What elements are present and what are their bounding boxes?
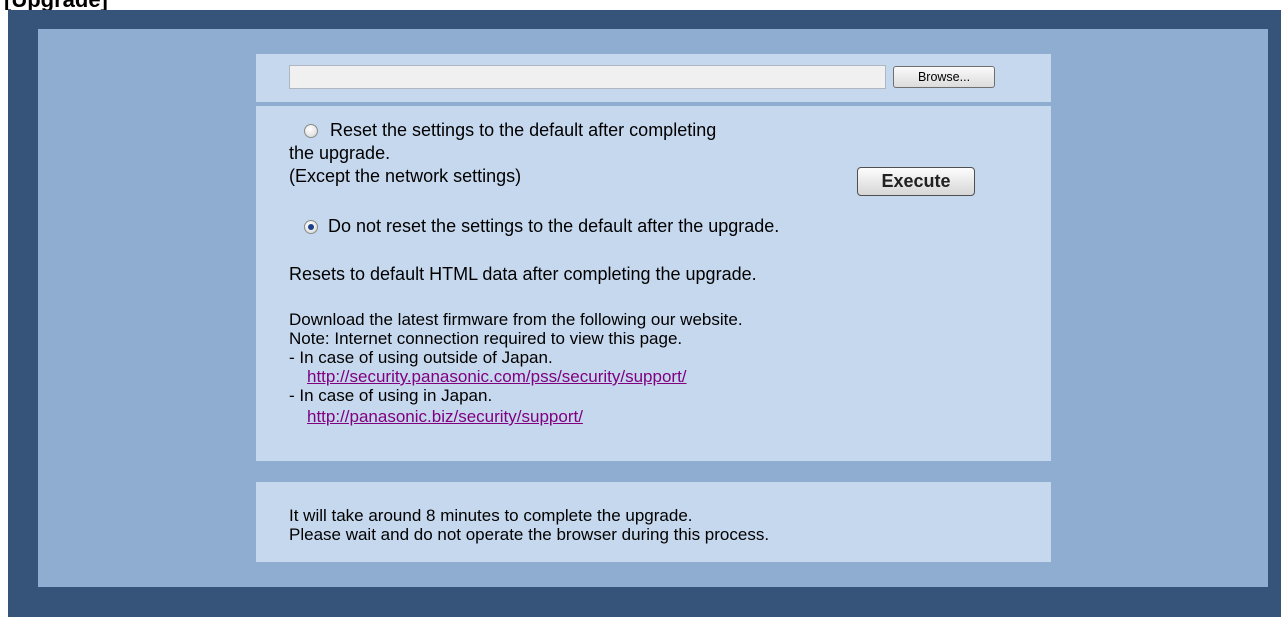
japan-label: - In case of using in Japan. (289, 386, 493, 405)
firmware-file-input[interactable] (289, 65, 886, 89)
reset-option-label-line3: (Except the network settings) (289, 166, 522, 186)
browse-button[interactable]: Browse... (893, 66, 995, 88)
no-reset-settings-radio[interactable] (304, 220, 318, 234)
page-heading-strip: [Upgrade] (0, 0, 1281, 10)
upgrade-duration-note: It will take around 8 minutes to complet… (289, 506, 693, 525)
download-instruction: Download the latest firmware from the fo… (289, 310, 743, 329)
execute-button[interactable]: Execute (857, 167, 975, 196)
no-reset-option-label: Do not reset the settings to the default… (328, 216, 780, 236)
reset-option-label-line2: the upgrade. (289, 143, 391, 163)
reset-option-label-line1: Reset the settings to the default after … (330, 120, 717, 140)
internet-note: Note: Internet connection required to vi… (289, 329, 683, 348)
page-heading: [Upgrade] (4, 0, 108, 10)
outside-japan-label: - In case of using outside of Japan. (289, 348, 553, 367)
upgrade-wait-note: Please wait and do not operate the brows… (289, 525, 770, 544)
reset-settings-radio[interactable] (304, 124, 318, 138)
html-reset-text: Resets to default HTML data after comple… (289, 264, 757, 284)
japan-support-link[interactable]: http://panasonic.biz/security/support/ (307, 407, 583, 426)
outside-japan-support-link[interactable]: http://security.panasonic.com/pss/securi… (307, 367, 687, 386)
